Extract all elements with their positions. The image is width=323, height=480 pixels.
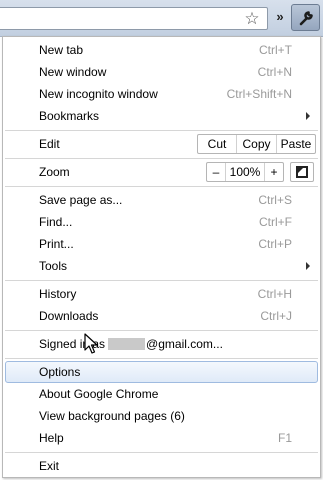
overflow-chevron-icon[interactable]: »: [274, 9, 286, 25]
menu-item-label: History: [39, 287, 77, 301]
menu-item-downloads[interactable]: Downloads Ctrl+J: [5, 305, 318, 327]
shortcut-text: Ctrl+S: [258, 193, 292, 207]
menu-item-label: Zoom: [39, 165, 70, 179]
menu-separator: [5, 186, 318, 187]
menu-item-history[interactable]: History Ctrl+H: [5, 283, 318, 305]
bookmark-star-icon[interactable]: ☆: [243, 10, 261, 28]
menu-item-label: Downloads: [39, 309, 99, 323]
menu-item-label: Options: [39, 365, 81, 379]
menu-item-label: New window: [39, 65, 107, 79]
signed-in-suffix: @gmail.com...: [146, 337, 223, 351]
menu-item-new-tab[interactable]: New tab Ctrl+T: [5, 39, 318, 61]
wrench-dropdown-menu: New tab Ctrl+T New window Ctrl+N New inc…: [2, 36, 321, 478]
menu-item-label: Print...: [39, 237, 74, 251]
menu-item-signed-in[interactable]: Signed in as @gmail.com...: [5, 333, 318, 355]
menu-item-label: Bookmarks: [39, 109, 100, 123]
wrench-menu-button[interactable]: [291, 4, 320, 31]
wrench-icon: [299, 10, 313, 25]
zoom-control-group: – 100% +: [206, 162, 284, 182]
menu-item-label: New incognito window: [39, 87, 158, 101]
cut-button[interactable]: Cut: [198, 135, 237, 153]
shortcut-text: Ctrl+J: [260, 309, 292, 323]
menu-item-bookmarks[interactable]: Bookmarks: [5, 105, 318, 127]
submenu-arrow-icon: [306, 262, 310, 270]
menu-item-tools[interactable]: Tools: [5, 255, 318, 277]
menu-item-label: Exit: [39, 459, 60, 473]
menu-separator: [5, 452, 318, 453]
menu-item-label: Tools: [39, 259, 68, 273]
menu-item-view-background-pages[interactable]: View background pages (6): [5, 405, 318, 427]
menu-item-help[interactable]: Help F1: [5, 427, 318, 449]
menu-item-find[interactable]: Find... Ctrl+F: [5, 211, 318, 233]
shortcut-text: Ctrl+P: [258, 237, 292, 251]
menu-separator: [5, 358, 318, 359]
edit-button-group: Cut Copy Paste: [197, 134, 316, 154]
menu-item-label: About Google Chrome: [39, 387, 159, 401]
menu-item-label: View background pages (6): [39, 409, 185, 423]
menu-item-new-window[interactable]: New window Ctrl+N: [5, 61, 318, 83]
menu-item-print[interactable]: Print... Ctrl+P: [5, 233, 318, 255]
menu-separator: [5, 158, 318, 159]
menu-item-options[interactable]: Options: [5, 361, 318, 383]
menu-item-about-google-chrome[interactable]: About Google Chrome: [5, 383, 318, 405]
copy-button[interactable]: Copy: [237, 135, 277, 153]
menu-item-label: Help: [39, 431, 64, 445]
menu-item-edit: Edit Cut Copy Paste: [5, 133, 318, 155]
zoom-out-button[interactable]: –: [207, 163, 226, 181]
menu-item-label: Find...: [39, 215, 73, 229]
menu-item-save-page[interactable]: Save page as... Ctrl+S: [5, 189, 318, 211]
shortcut-text: Ctrl+T: [259, 43, 292, 57]
zoom-level: 100%: [226, 163, 265, 181]
menu-separator: [5, 280, 318, 281]
menu-item-label: Save page as...: [39, 193, 123, 207]
menu-item-label: Edit: [39, 137, 60, 151]
fullscreen-icon: [296, 166, 308, 178]
submenu-arrow-icon: [306, 112, 310, 120]
menu-separator: [5, 130, 318, 131]
signed-in-text: Signed in as @gmail.com...: [39, 333, 223, 355]
menu-separator: [5, 330, 318, 331]
shortcut-text: Ctrl+F: [259, 215, 292, 229]
zoom-in-button[interactable]: +: [265, 163, 283, 181]
menu-item-zoom: Zoom – 100% +: [5, 161, 318, 183]
shortcut-text: F1: [277, 431, 292, 445]
shortcut-text: Ctrl+N: [257, 65, 292, 79]
shortcut-text: Ctrl+Shift+N: [226, 87, 292, 101]
shortcut-text: Ctrl+H: [257, 287, 292, 301]
menu-item-exit[interactable]: Exit: [5, 455, 318, 477]
redacted-username: [108, 338, 146, 350]
menu-item-label: New tab: [39, 43, 84, 57]
address-bar[interactable]: ☆: [0, 7, 268, 30]
fullscreen-button[interactable]: [290, 162, 314, 182]
mouse-pointer-icon: [84, 333, 98, 354]
browser-toolbar: ☆ »: [0, 0, 323, 37]
paste-button[interactable]: Paste: [277, 135, 315, 153]
menu-item-new-incognito-window[interactable]: New incognito window Ctrl+Shift+N: [5, 83, 318, 105]
